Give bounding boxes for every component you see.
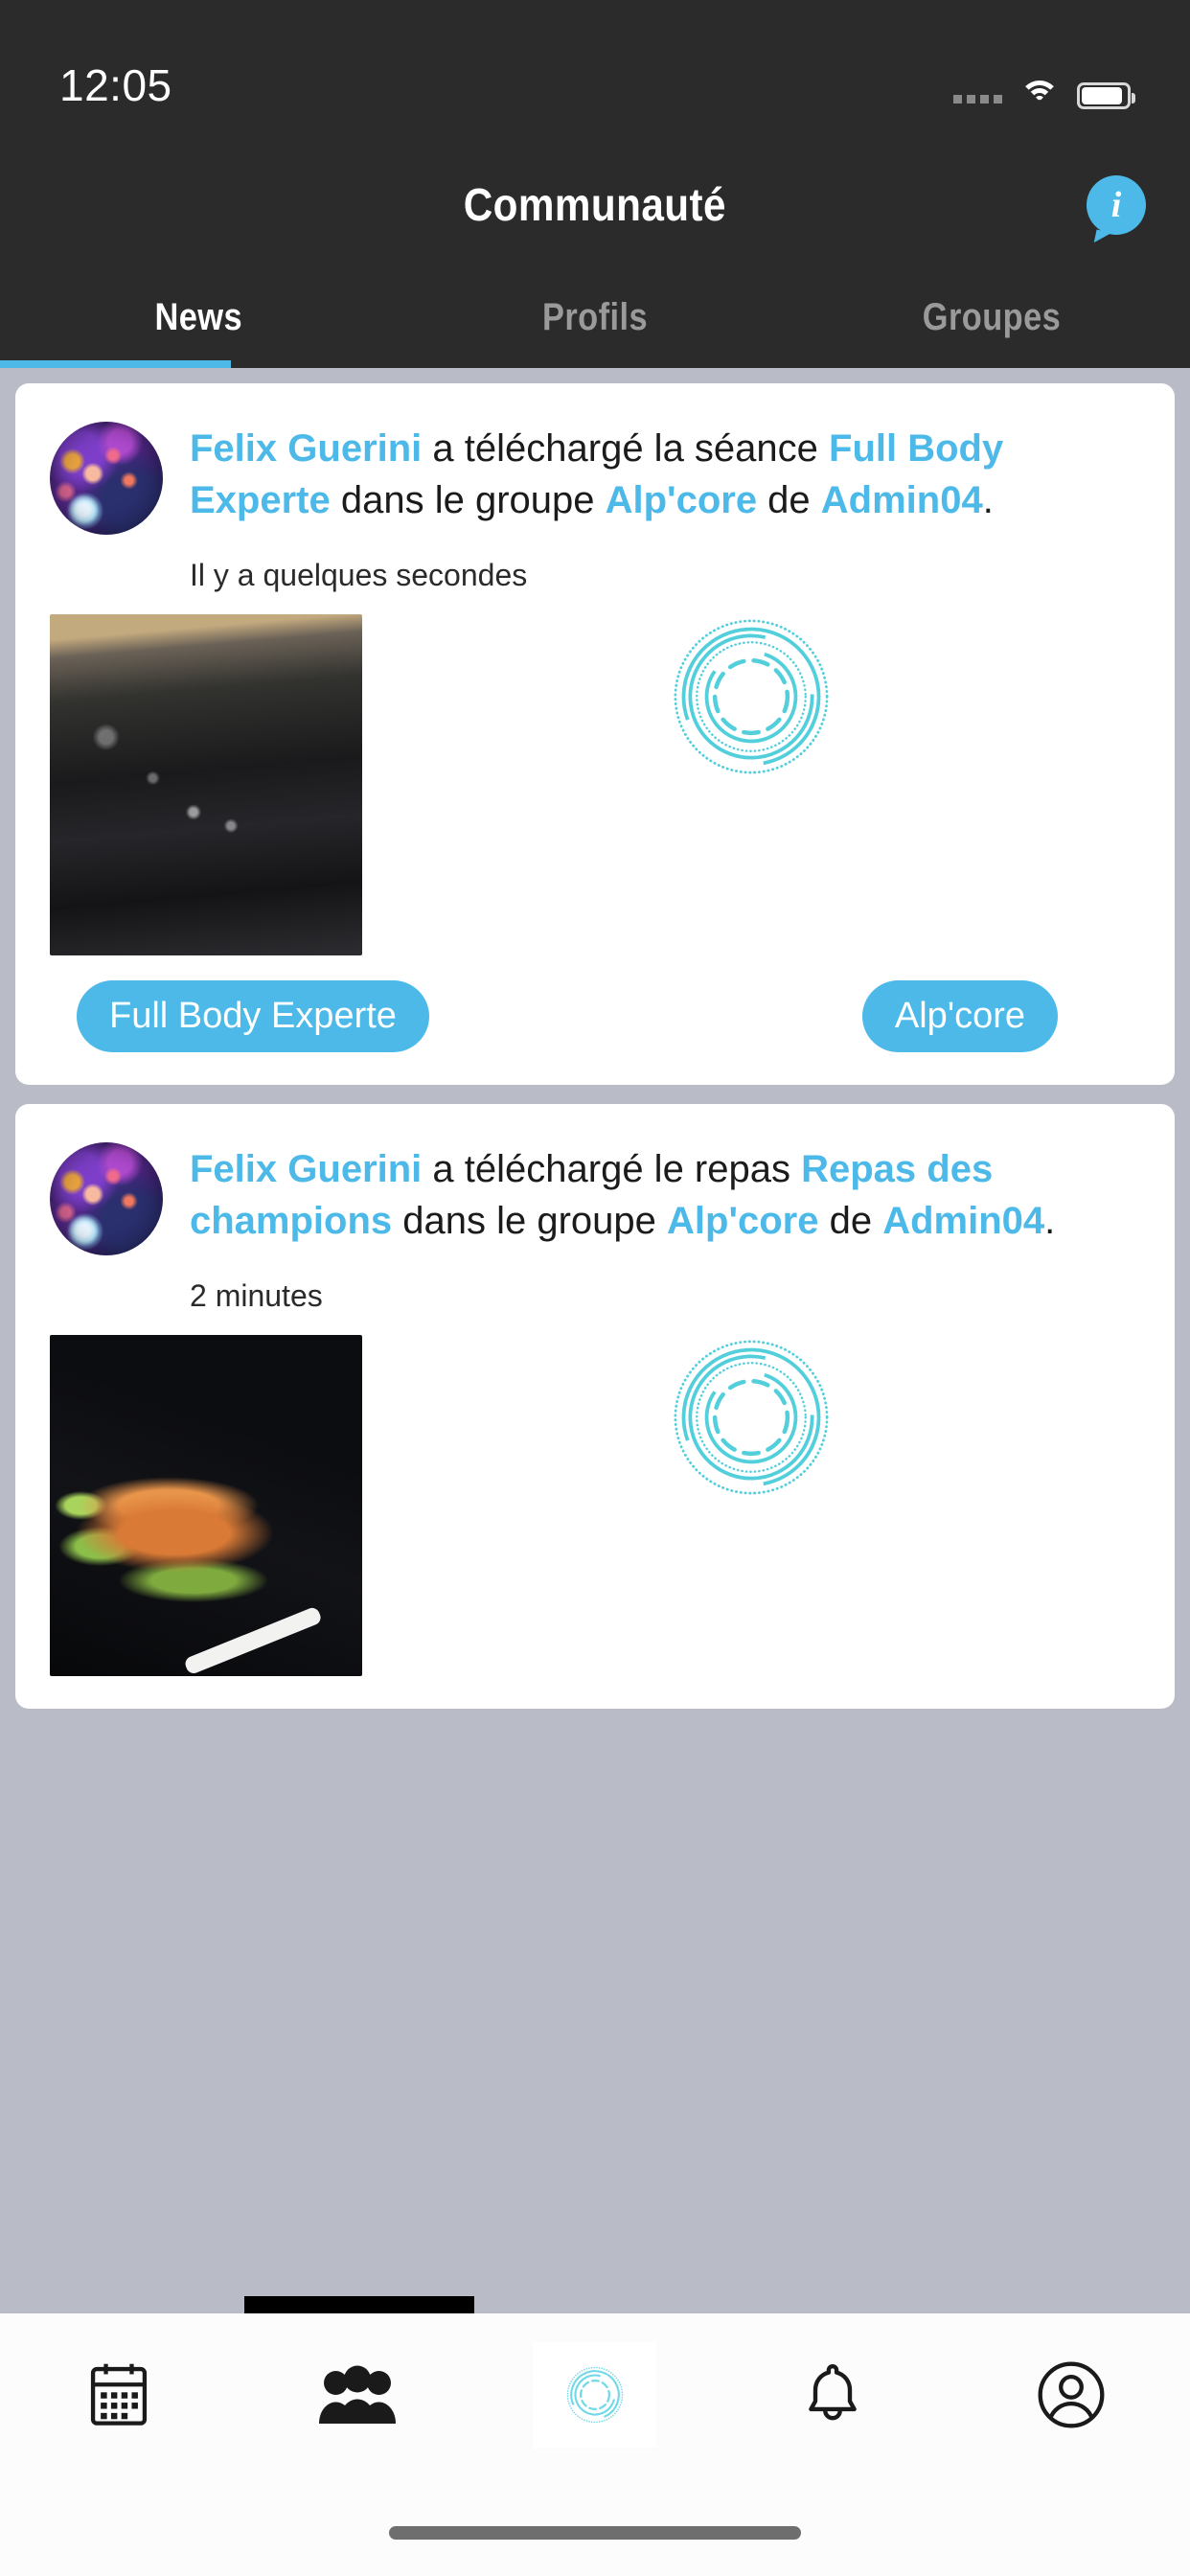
nav-community[interactable] (295, 2342, 420, 2448)
signal-dots-icon (953, 88, 1002, 104)
post-text: Felix Guerini a téléchargé le repas Repa… (190, 1142, 1140, 1255)
post-action-4: . (982, 478, 994, 521)
status-bar-indicators (953, 80, 1135, 111)
post-logo-wrap (362, 1335, 1140, 1500)
tab-groupes[interactable]: Groupes (793, 266, 1190, 368)
post-action-1: a téléchargé le repas (422, 1148, 802, 1190)
post-action-1: a téléchargé la séance (422, 427, 830, 470)
nav-profile[interactable] (1009, 2342, 1133, 2448)
people-group-icon (318, 2365, 396, 2424)
post-user-link[interactable]: Felix Guerini (190, 427, 422, 470)
alpcore-rings-logo (674, 619, 829, 774)
tab-profils-label: Profils (541, 295, 649, 338)
tab-bar: News Profils Groupes (0, 266, 1190, 368)
profile-person-icon (1038, 2361, 1105, 2428)
post-action-2: dans le groupe (392, 1199, 668, 1242)
info-bubble-icon: i (1087, 175, 1146, 235)
dumbbell-rack-photo[interactable] (50, 614, 362, 955)
post-group-link[interactable]: Alp'core (667, 1200, 818, 1242)
info-button[interactable]: i (1087, 175, 1146, 235)
battery-icon (1077, 82, 1135, 109)
salmon-plate-photo[interactable] (50, 1335, 362, 1676)
post-header: Felix Guerini a téléchargé le repas Repa… (50, 1142, 1140, 1255)
tab-groupes-label: Groupes (922, 295, 1062, 338)
app-header: Communauté i (0, 144, 1190, 266)
post-owner-link[interactable]: Admin04 (821, 479, 983, 521)
post-action-3: de (818, 1199, 883, 1242)
post-owner-link[interactable]: Admin04 (882, 1200, 1044, 1242)
news-feed[interactable]: Felix Guerini a téléchargé la séance Ful… (0, 368, 1190, 2576)
group-pill-button[interactable]: Alp'core (861, 980, 1058, 1052)
nav-notifications[interactable] (770, 2342, 895, 2448)
post-text: Felix Guerini a téléchargé la séance Ful… (190, 422, 1140, 535)
home-indicator (389, 2526, 801, 2540)
post-pills: Full Body Experte Alp'core (50, 980, 1140, 1052)
post-media-row (50, 1335, 1140, 1676)
bottom-navigation-bar (0, 2296, 1190, 2576)
nav-alpcore[interactable] (532, 2342, 657, 2448)
post-timestamp: Il y a quelques secondes (190, 558, 528, 592)
nav-calendar[interactable] (57, 2342, 181, 2448)
active-tab-indicator (0, 360, 231, 368)
post-logo-wrap (362, 614, 1140, 779)
tab-news[interactable]: News (0, 266, 397, 368)
post-action-2: dans le groupe (330, 478, 606, 521)
info-button-label: i (1110, 185, 1122, 225)
post-group-link[interactable]: Alp'core (606, 479, 757, 521)
bell-icon (809, 2363, 858, 2421)
session-pill-button[interactable]: Full Body Experte (77, 980, 429, 1052)
tab-news-label: News (154, 295, 242, 338)
wifi-icon (1019, 80, 1060, 111)
galaxy-avatar[interactable] (50, 1142, 163, 1255)
alpcore-rings-logo (674, 1340, 829, 1495)
status-bar: 12:05 (0, 0, 1190, 144)
alpcore-rings-icon (566, 2366, 624, 2424)
galaxy-avatar[interactable] (50, 422, 163, 535)
post-action-3: de (757, 478, 821, 521)
status-bar-clock: 12:05 (59, 60, 172, 110)
calendar-icon (91, 2363, 148, 2426)
tab-profils[interactable]: Profils (397, 266, 793, 368)
scroll-shadow (244, 2296, 474, 2313)
page-title: Communauté (463, 179, 727, 231)
post-user-link[interactable]: Felix Guerini (190, 1148, 422, 1190)
post-action-4: . (1044, 1199, 1056, 1242)
feed-post-card[interactable]: Felix Guerini a téléchargé la séance Ful… (15, 383, 1175, 1085)
post-timestamp: 2 minutes (190, 1278, 323, 1313)
post-header: Felix Guerini a téléchargé la séance Ful… (50, 422, 1140, 535)
feed-post-card[interactable]: Felix Guerini a téléchargé le repas Repa… (15, 1104, 1175, 1709)
post-media-row (50, 614, 1140, 955)
